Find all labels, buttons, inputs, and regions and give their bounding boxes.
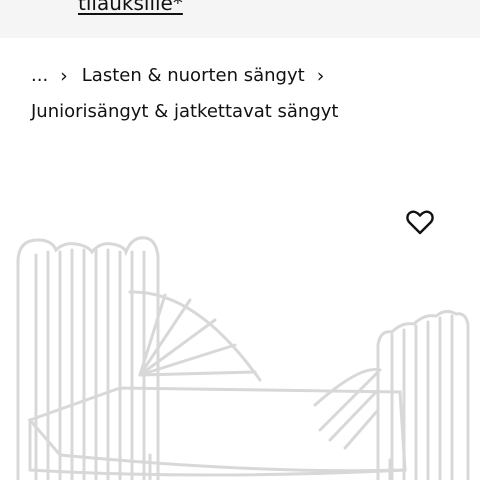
banner-link[interactable]: tilauksille* bbox=[78, 0, 183, 15]
chevron-right-icon: › bbox=[60, 65, 68, 87]
breadcrumb-current-link[interactable]: Juniorisängyt & jatkettavat sängyt bbox=[31, 94, 461, 130]
breadcrumb: ... › Lasten & nuorten sängyt › Junioris… bbox=[31, 58, 461, 130]
chevron-right-icon: › bbox=[316, 65, 325, 87]
product-image bbox=[16, 236, 470, 480]
breadcrumb-ellipsis[interactable]: ... bbox=[31, 58, 48, 94]
breadcrumb-parent-link[interactable]: Lasten & nuorten sängyt bbox=[82, 58, 305, 94]
top-banner: tilauksille* bbox=[0, 0, 480, 38]
breadcrumb-row: ... › Lasten & nuorten sängyt › bbox=[31, 58, 461, 94]
